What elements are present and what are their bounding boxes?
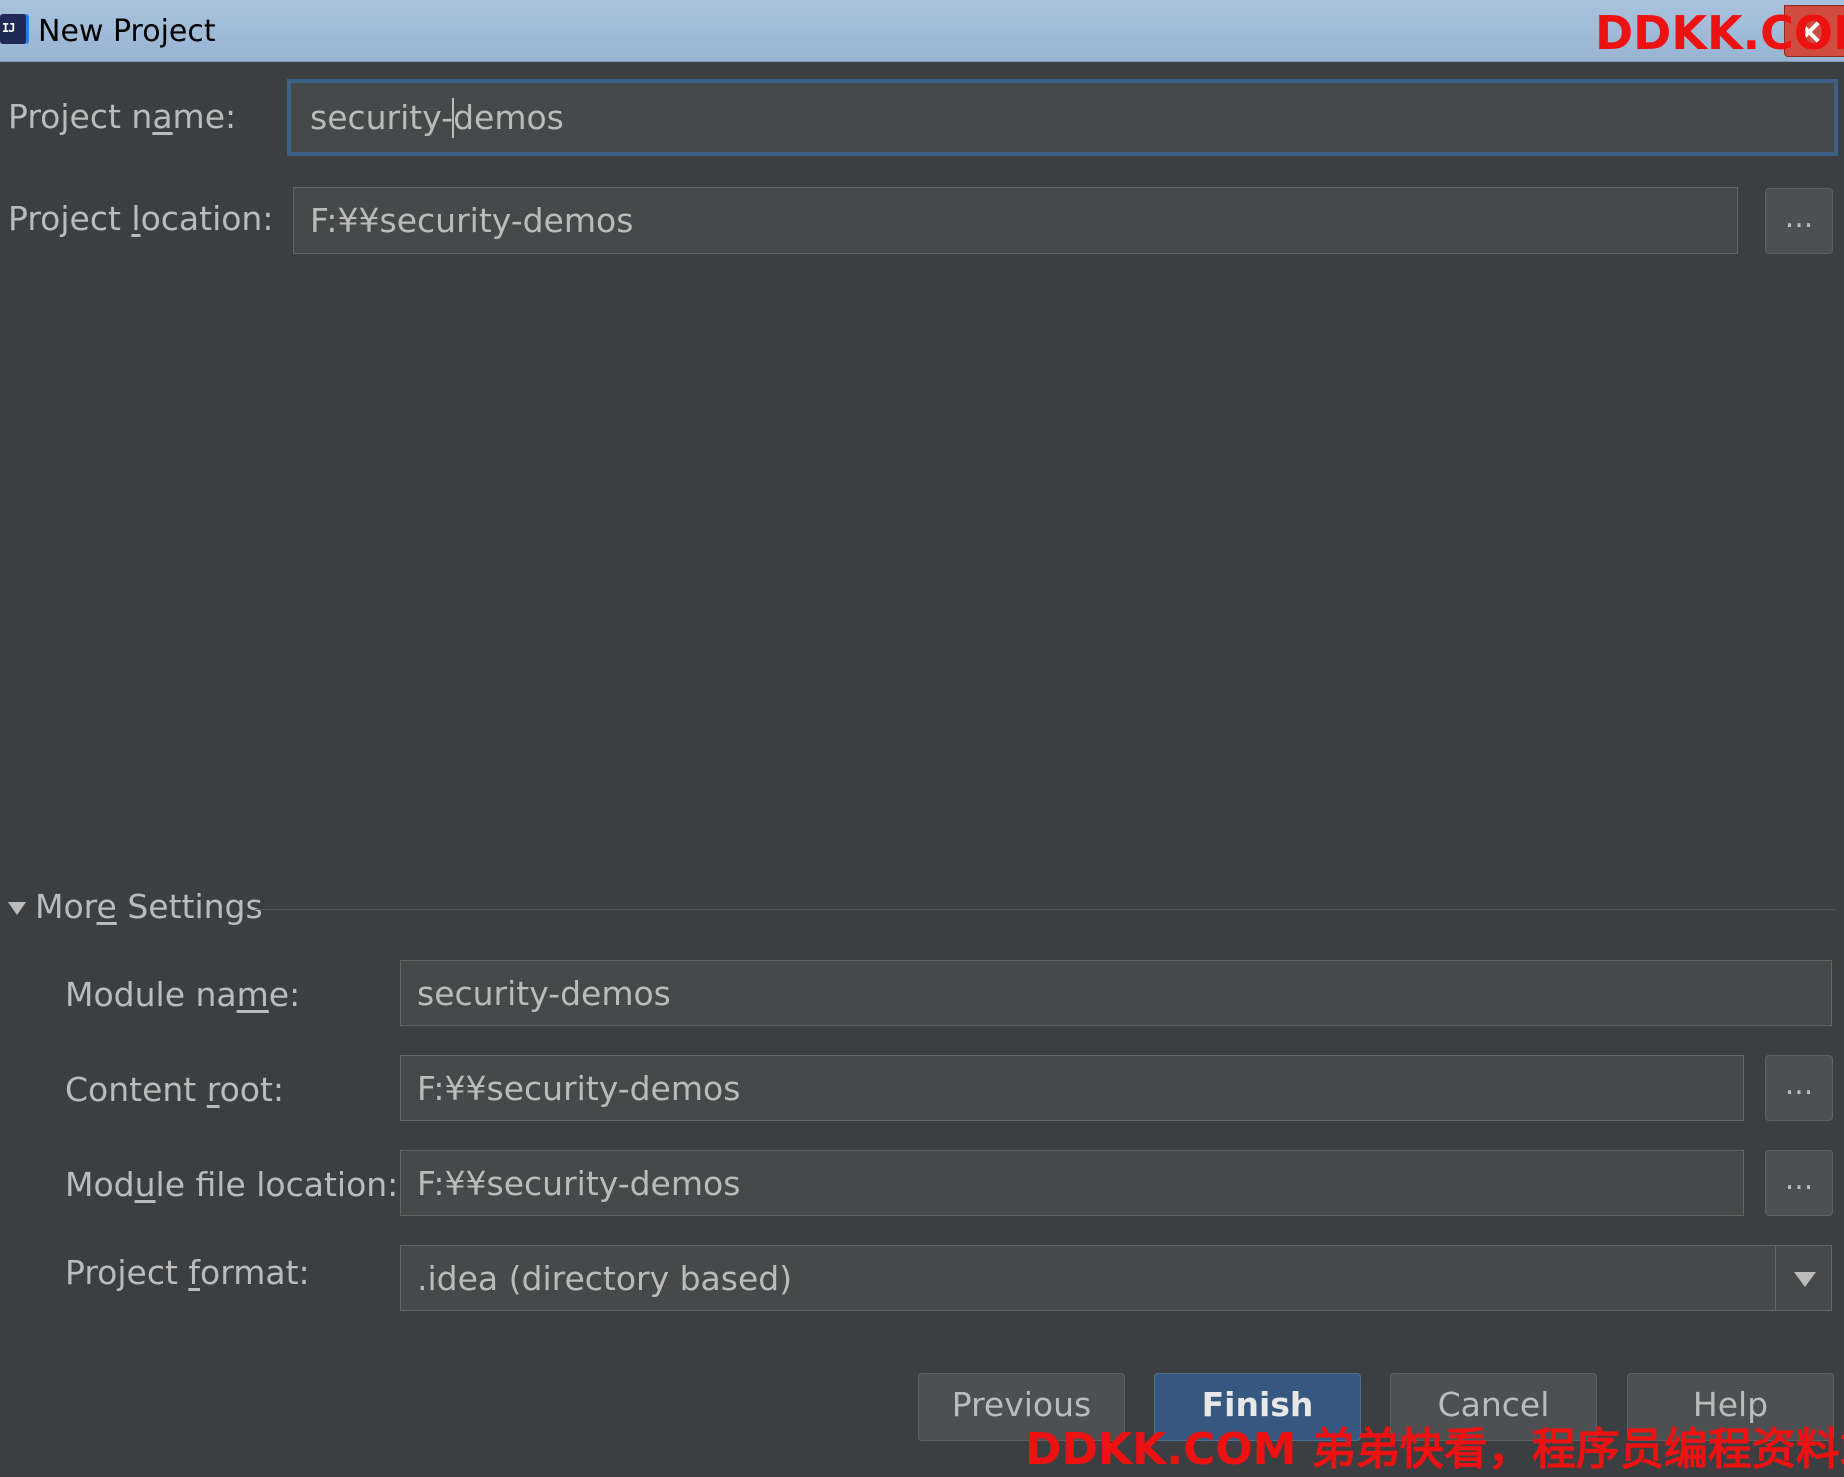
module-file-location-input[interactable]: F:¥¥security-demos <box>400 1150 1744 1216</box>
window-title-bar: IJ New Project <box>0 0 1844 62</box>
chevron-down-icon[interactable] <box>1775 1246 1832 1310</box>
module-file-location-browse-button[interactable]: ... <box>1765 1150 1833 1216</box>
module-file-location-text: F:¥¥security-demos <box>417 1163 741 1203</box>
project-name-text-before-caret: security- <box>310 98 454 137</box>
content-root-text: F:¥¥security-demos <box>417 1068 741 1108</box>
watermark-bottom: DDKK.COM 弟弟快看，程序员编程资料站 <box>1025 1424 1844 1475</box>
more-settings-toggle[interactable]: More Settings <box>35 887 263 926</box>
content-root-label: Content root: <box>65 1070 285 1109</box>
section-divider <box>255 909 1835 910</box>
content-root-input[interactable]: F:¥¥security-demos <box>400 1055 1744 1121</box>
module-file-location-label: Module file location: <box>65 1165 399 1204</box>
module-name-label: Module name: <box>65 975 301 1014</box>
collapse-triangle-icon[interactable] <box>8 902 26 915</box>
project-format-select[interactable]: .idea (directory based) <box>400 1245 1832 1311</box>
window-title: New Project <box>38 14 216 49</box>
module-name-text: security-demos <box>417 973 671 1013</box>
project-name-label: Project name: <box>8 97 237 136</box>
project-location-browse-button[interactable]: ... <box>1765 188 1833 254</box>
module-name-input[interactable]: security-demos <box>400 960 1832 1026</box>
project-location-label: Project location: <box>8 199 274 238</box>
project-format-selected-value: .idea (directory based) <box>417 1258 793 1298</box>
content-root-browse-button[interactable]: ... <box>1765 1055 1833 1121</box>
project-location-input[interactable]: F:¥¥security-demos <box>293 187 1738 254</box>
watermark-top: DDKK.COM <box>1595 6 1844 60</box>
intellij-app-icon: IJ <box>0 14 26 44</box>
project-name-text-after-caret: demos <box>453 98 564 137</box>
project-location-text: F:¥¥security-demos <box>310 201 634 240</box>
project-format-label: Project format: <box>65 1253 310 1292</box>
project-name-input[interactable]: security-demos <box>287 79 1838 156</box>
